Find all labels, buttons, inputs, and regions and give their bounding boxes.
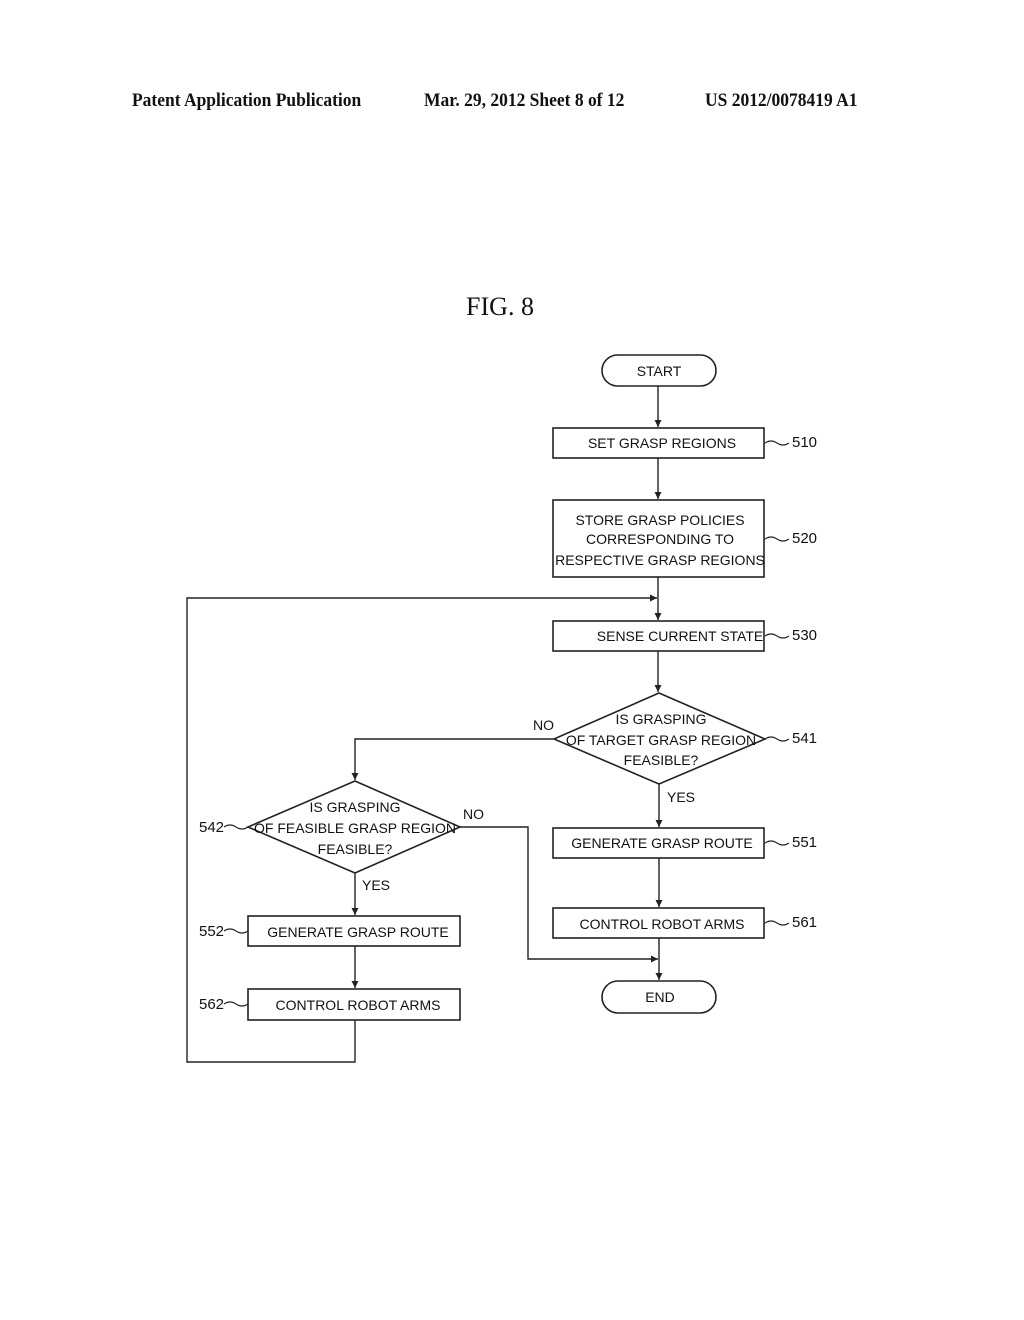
end-label: END: [645, 989, 675, 1005]
step-561-line-1: CONTROL ROBOT ARMS: [580, 916, 745, 932]
step-552: GENERATE GRASP ROUTE 552: [199, 915, 461, 947]
ref-510: 510: [792, 434, 817, 451]
leader-562: [223, 1001, 249, 1007]
leader-552: [223, 928, 249, 934]
label-541-no: NO: [533, 717, 554, 733]
decision-541-line-2: OF TARGET GRASP REGION: [566, 732, 756, 748]
leader-530: [764, 633, 790, 639]
step-552-line-1: GENERATE GRASP ROUTE: [267, 924, 449, 940]
decision-542: IS GRASPING OF FEASIBLE GRASP REGION FEA…: [199, 780, 462, 874]
step-530: SENSE CURRENT STATE 530: [552, 620, 817, 652]
leader-551: [764, 840, 790, 846]
decision-542-line-3: FEASIBLE?: [318, 841, 393, 857]
end-terminal: END: [601, 980, 717, 1014]
leader-542: [223, 824, 249, 830]
leader-561: [764, 920, 790, 926]
decision-541-line-1: IS GRASPING: [615, 711, 706, 727]
decision-541: IS GRASPING OF TARGET GRASP REGION FEASI…: [551, 692, 817, 785]
label-541-yes: YES: [667, 789, 695, 805]
connector-541-no-542: [351, 738, 554, 780]
step-510: SET GRASP REGIONS 510: [552, 427, 817, 459]
leader-520: [764, 536, 790, 542]
start-terminal: START: [601, 354, 717, 387]
ref-541: 541: [792, 730, 817, 747]
ref-530: 530: [792, 627, 817, 644]
step-520-line-3: RESPECTIVE GRASP REGIONS: [555, 552, 765, 568]
leader-541: [764, 736, 790, 742]
step-520: STORE GRASP POLICIES CORRESPONDING TO RE…: [552, 499, 817, 578]
ref-520: 520: [792, 530, 817, 547]
decision-542-line-2: OF FEASIBLE GRASP REGION: [254, 820, 456, 836]
ref-551: 551: [792, 834, 817, 851]
step-561: CONTROL ROBOT ARMS 561: [552, 907, 817, 939]
decision-542-line-1: IS GRASPING: [309, 799, 400, 815]
step-562: CONTROL ROBOT ARMS 562: [199, 988, 461, 1021]
ref-552: 552: [199, 923, 224, 940]
leader-510: [764, 440, 790, 446]
step-520-line-1: STORE GRASP POLICIES: [575, 512, 744, 528]
step-551: GENERATE GRASP ROUTE 551: [552, 827, 817, 859]
flowchart: START SET GRASP REGIONS 510 STORE GRASP …: [186, 354, 817, 1063]
start-label: START: [637, 363, 682, 379]
label-542-yes: YES: [362, 877, 390, 893]
decision-541-line-3: FEASIBLE?: [624, 752, 699, 768]
ref-562: 562: [199, 996, 224, 1013]
step-510-line-1: SET GRASP REGIONS: [588, 435, 736, 451]
ref-561: 561: [792, 914, 817, 931]
step-530-line-1: SENSE CURRENT STATE: [597, 628, 763, 644]
step-562-line-1: CONTROL ROBOT ARMS: [276, 997, 441, 1013]
label-542-no: NO: [463, 806, 484, 822]
ref-542: 542: [199, 819, 224, 836]
step-551-line-1: GENERATE GRASP ROUTE: [571, 835, 753, 851]
step-520-line-2: CORRESPONDING TO: [586, 531, 734, 547]
